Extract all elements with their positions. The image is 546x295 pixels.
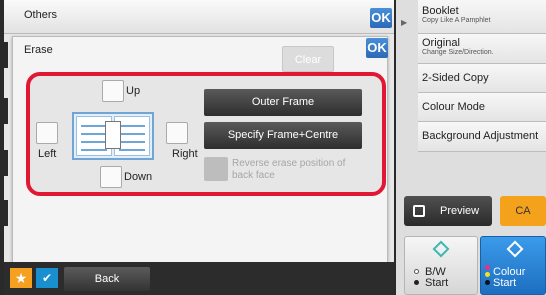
preview-button[interactable]: Preview	[404, 196, 492, 226]
original-label: Original	[422, 37, 460, 49]
text-line	[81, 125, 107, 127]
text-line	[81, 133, 107, 135]
down-checkbox[interactable]	[100, 166, 122, 188]
erase-title: Erase	[24, 44, 53, 56]
two-sided-copy-button[interactable]: 2-Sided Copy	[418, 64, 546, 93]
bw-dot-icon	[414, 280, 419, 285]
left-edge-stub	[0, 42, 8, 68]
outer-frame-button[interactable]: Outer Frame	[204, 89, 362, 116]
colour-start-button[interactable]: Colour Start	[480, 236, 546, 295]
text-line	[81, 141, 107, 143]
erase-ok-button[interactable]: OK	[366, 38, 388, 58]
text-line	[119, 141, 145, 143]
colour-dot-icon	[485, 280, 490, 285]
clear-button[interactable]: Clear	[282, 46, 334, 72]
specify-frame-centre-button[interactable]: Specify Frame+Centre	[204, 122, 362, 149]
text-line	[119, 133, 145, 135]
start-diamond-icon	[506, 240, 524, 258]
left-edge-stub	[0, 98, 8, 124]
original-sublabel: Change Size/Direction.	[422, 49, 494, 56]
preview-icon	[413, 205, 425, 217]
left-label: Left	[38, 148, 57, 160]
copier-screen: Others OK Erase OK Clear Up Left Right D…	[0, 0, 546, 295]
background-adjustment-label: Background Adjustment	[422, 130, 539, 142]
others-ok-button[interactable]: OK	[370, 8, 392, 28]
booklet-sublabel: Copy Like A Pamphlet	[422, 17, 491, 24]
reverse-erase-label: Reverse erase position of back face	[232, 158, 346, 181]
bw-start-button[interactable]: B/W Start	[404, 236, 478, 295]
reverse-erase-checkbox[interactable]	[204, 157, 228, 181]
others-title: Others	[24, 9, 58, 21]
right-label: Right	[172, 148, 198, 160]
others-header: Others	[4, 0, 394, 34]
down-label: Down	[124, 171, 153, 183]
left-checkbox[interactable]	[36, 122, 58, 144]
text-line	[119, 149, 145, 151]
colour-mode-label: Colour Mode	[422, 101, 485, 113]
preview-label: Preview	[440, 205, 480, 217]
up-checkbox[interactable]	[102, 80, 124, 102]
left-edge-stub	[0, 200, 8, 226]
booklet-label: Booklet	[422, 5, 459, 17]
bottom-bar	[4, 262, 394, 295]
open-book-icon	[72, 112, 154, 160]
back-button[interactable]: Back	[64, 267, 150, 291]
colour-mode-button[interactable]: Colour Mode	[418, 93, 546, 122]
start-diamond-icon	[432, 240, 450, 258]
original-button[interactable]: Original Change Size/Direction.	[418, 34, 546, 64]
play-arrow-icon: ▶	[401, 18, 408, 27]
colour-dot-icon	[485, 265, 490, 270]
booklet-button[interactable]: Booklet Copy Like A Pamphlet	[418, 0, 546, 34]
colour-start-label: Start	[493, 277, 517, 289]
left-edge-stub	[0, 150, 8, 176]
text-line	[119, 125, 145, 127]
bw-dot-icon	[414, 269, 419, 274]
right-checkbox[interactable]	[166, 122, 188, 144]
check-icon[interactable]: ✔	[36, 268, 58, 288]
centre-checkbox[interactable]	[105, 121, 121, 149]
ca-button[interactable]: CA	[500, 196, 546, 226]
colour-dot-icon	[485, 272, 490, 277]
background-adjustment-button[interactable]: Background Adjustment	[418, 122, 546, 152]
two-sided-copy-label: 2-Sided Copy	[422, 72, 489, 84]
star-icon[interactable]: ★	[10, 268, 32, 288]
bw-start-label: Start	[425, 277, 449, 289]
text-line	[81, 149, 107, 151]
up-label: Up	[126, 85, 141, 97]
